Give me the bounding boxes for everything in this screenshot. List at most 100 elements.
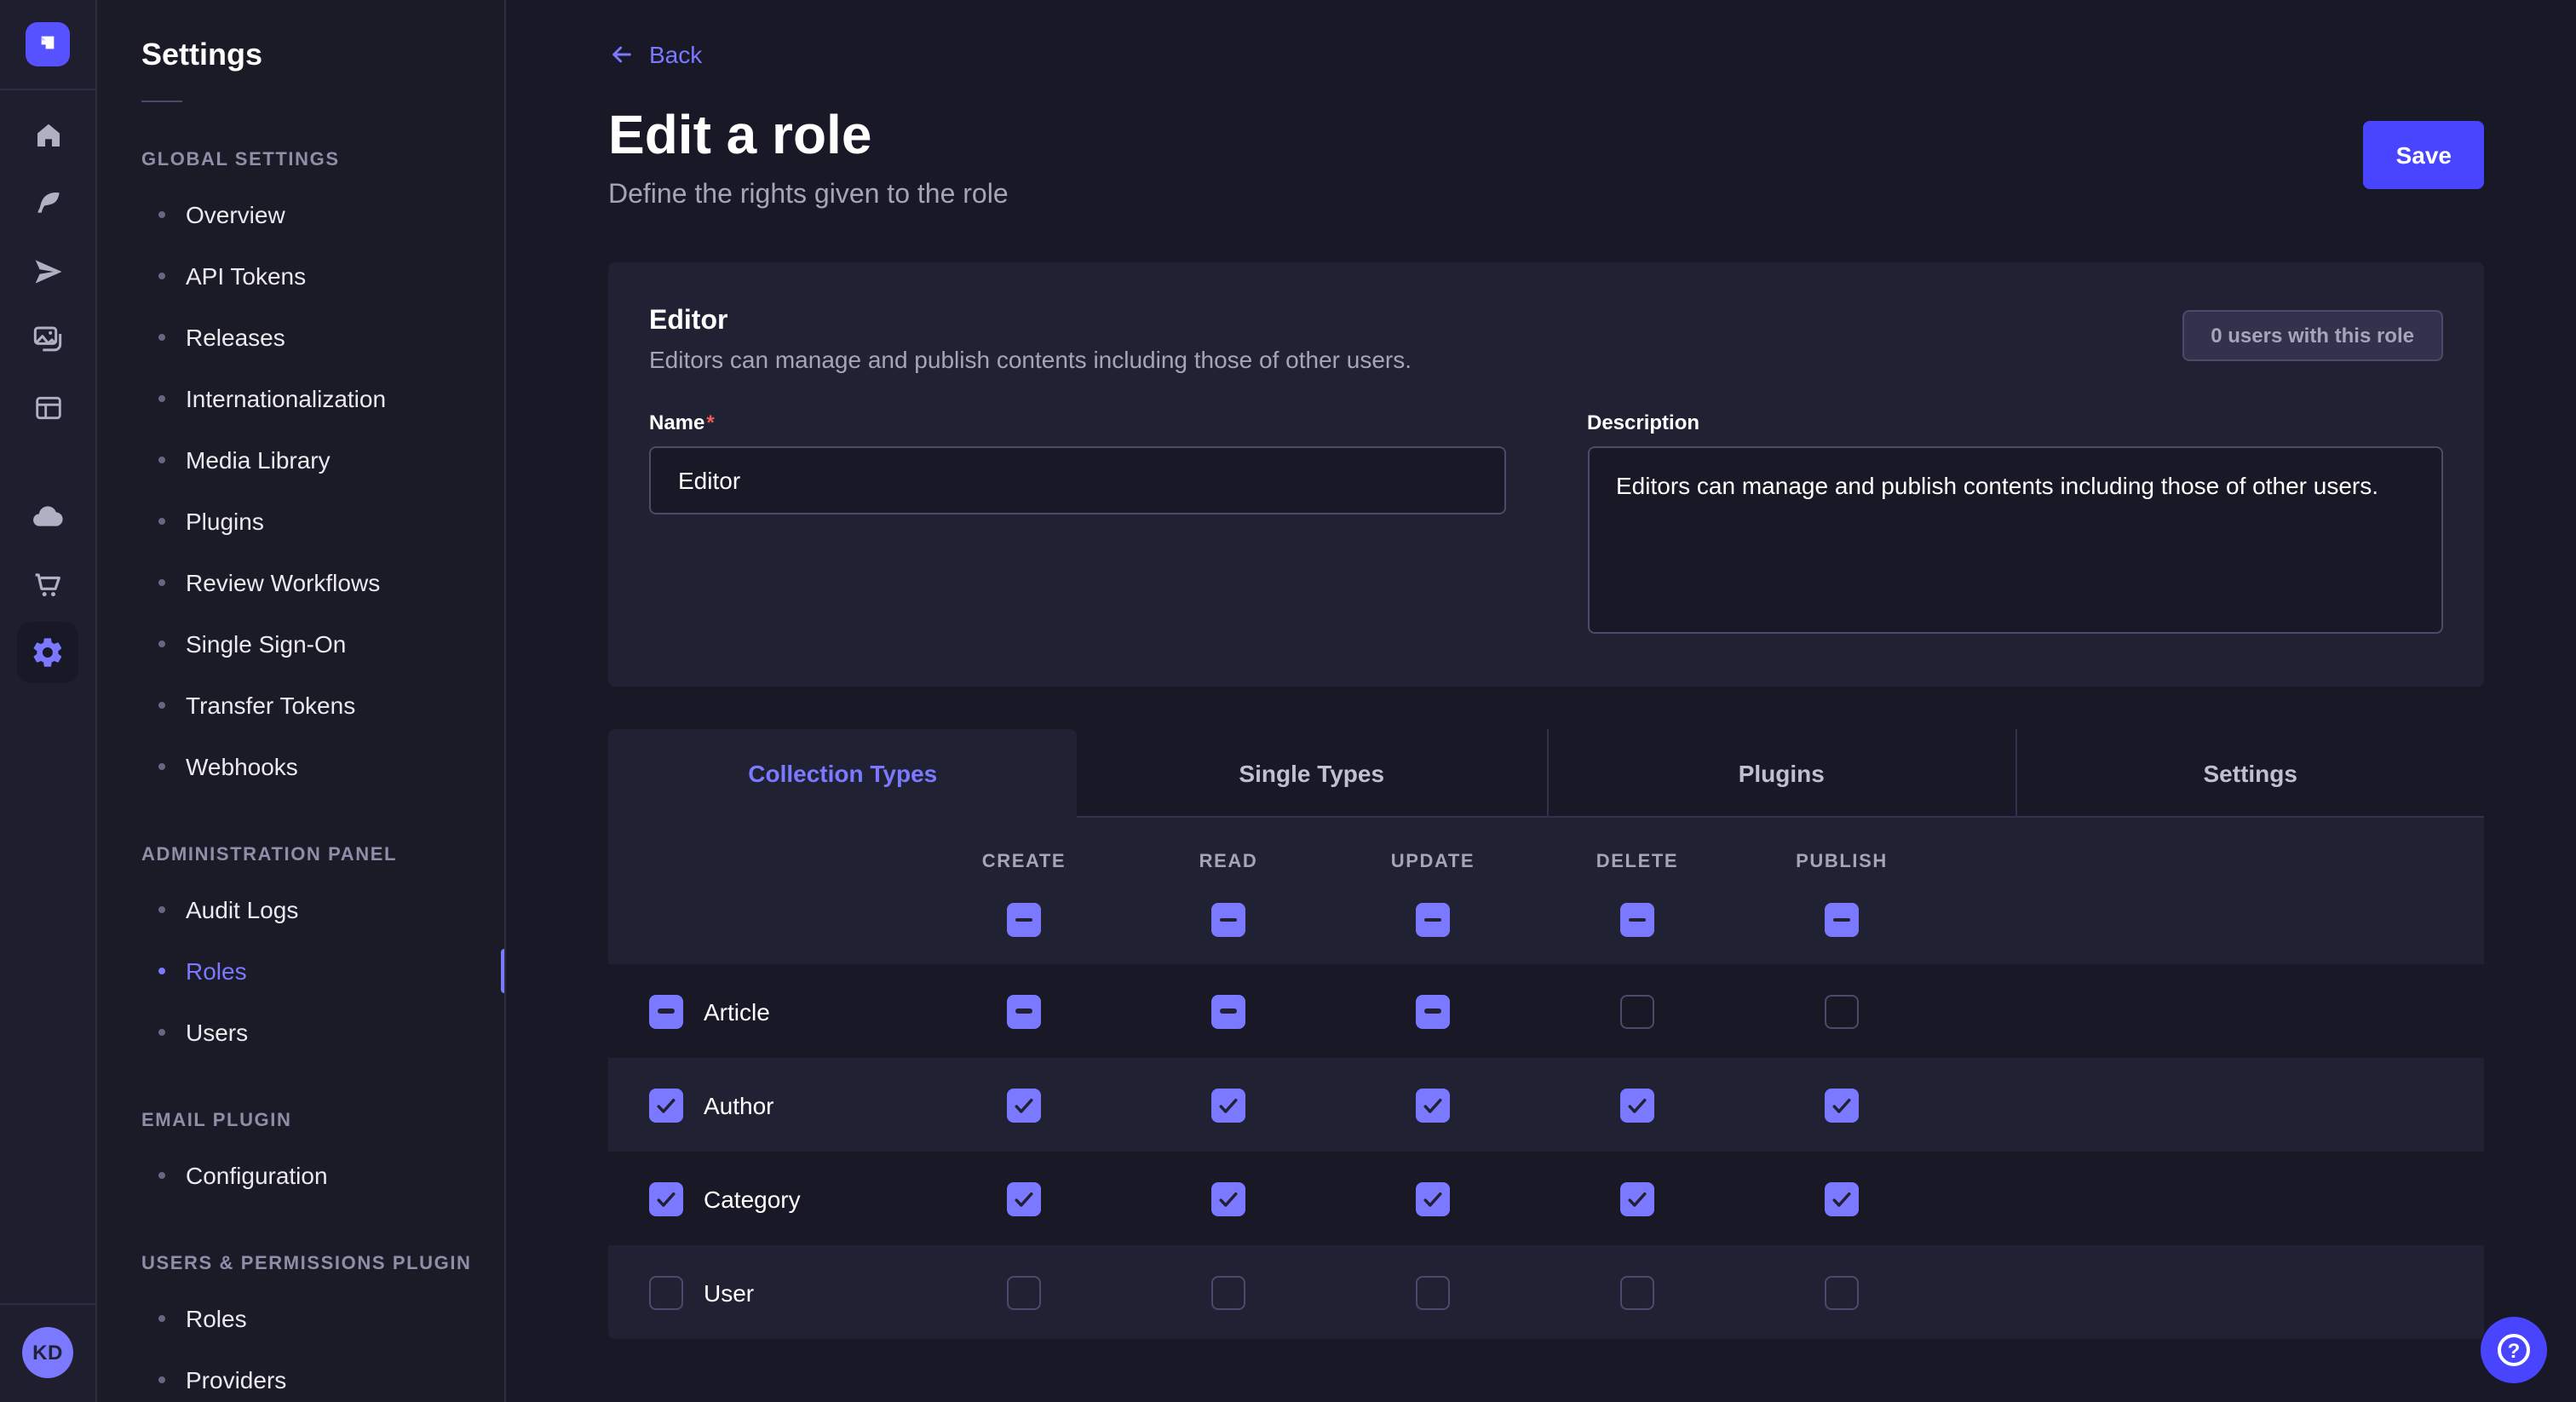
author-update-checkbox[interactable] [1416, 1088, 1450, 1122]
select-all-update-checkbox[interactable] [1416, 903, 1450, 937]
user-avatar[interactable]: KD [22, 1327, 73, 1378]
back-link[interactable]: Back [608, 41, 702, 68]
cart-icon [31, 567, 65, 601]
strapi-logo-icon [34, 28, 61, 60]
user-publish-checkbox[interactable] [1825, 1275, 1859, 1309]
images-icon [31, 322, 65, 356]
sidebar-item-overview[interactable]: Overview [97, 184, 504, 245]
nav-home-button[interactable] [17, 104, 78, 165]
sidebar-item-internationalization[interactable]: Internationalization [97, 368, 504, 429]
tab-single-types[interactable]: Single Types [1078, 729, 1547, 818]
subnav-section-label: GLOBAL SETTINGS [141, 150, 504, 170]
nav-layout-button[interactable] [17, 376, 78, 438]
nav-send-button[interactable] [17, 240, 78, 302]
sidebar-item-plugins[interactable]: Plugins [97, 491, 504, 552]
sidebar-item-label: Transfer Tokens [186, 692, 355, 719]
user-read-checkbox[interactable] [1211, 1275, 1245, 1309]
role-name-input[interactable] [649, 446, 1505, 514]
author-publish-checkbox[interactable] [1825, 1088, 1859, 1122]
article-row-checkbox[interactable] [649, 994, 683, 1028]
user-delete-checkbox[interactable] [1620, 1275, 1654, 1309]
tab-settings[interactable]: Settings [2015, 729, 2485, 818]
sidebar-item-releases[interactable]: Releases [97, 307, 504, 368]
save-button[interactable]: Save [2364, 121, 2484, 189]
indeterminate-dash-icon [658, 1008, 675, 1013]
bullet-icon [158, 968, 165, 974]
rail-nav [0, 104, 95, 683]
row-label: User [704, 1278, 754, 1306]
tab-collection-types[interactable]: Collection Types [608, 729, 1078, 818]
article-update-checkbox[interactable] [1416, 994, 1450, 1028]
sidebar-item-label: API Tokens [186, 262, 306, 290]
category-row-checkbox[interactable] [649, 1181, 683, 1215]
user-create-checkbox[interactable] [1007, 1275, 1041, 1309]
author-create-checkbox[interactable] [1007, 1088, 1041, 1122]
select-all-read-checkbox[interactable] [1211, 903, 1245, 937]
category-delete-checkbox[interactable] [1620, 1181, 1654, 1215]
column-header-delete: DELETE [1535, 852, 1739, 872]
tab-plugins[interactable]: Plugins [1546, 729, 2015, 818]
bullet-icon [158, 763, 165, 770]
sidebar-item-webhooks[interactable]: Webhooks [97, 736, 504, 797]
name-field-label: Name* [649, 411, 1505, 434]
sidebar-item-api-tokens[interactable]: API Tokens [97, 245, 504, 307]
article-delete-checkbox[interactable] [1620, 994, 1654, 1028]
sidebar-item-review-workflows[interactable]: Review Workflows [97, 552, 504, 613]
select-all-create-checkbox[interactable] [1007, 903, 1041, 937]
sidebar-item-users[interactable]: Users [97, 1002, 504, 1063]
strapi-logo-button[interactable] [26, 22, 70, 66]
sidebar-item-roles[interactable]: Roles [97, 940, 504, 1002]
article-read-checkbox[interactable] [1211, 994, 1245, 1028]
category-publish-checkbox[interactable] [1825, 1181, 1859, 1215]
subnav-sections: GLOBAL SETTINGS Overview API Tokens Release… [97, 150, 504, 1402]
page-subtitle: Define the rights given to the role [608, 181, 1009, 211]
role-description-textarea[interactable]: Editors can manage and publish contents … [1587, 446, 2443, 634]
nav-feather-button[interactable] [17, 172, 78, 233]
nav-images-button[interactable] [17, 308, 78, 370]
author-read-checkbox[interactable] [1211, 1088, 1245, 1122]
app-root: KD Settings GLOBAL SETTINGS Overview API T… [0, 0, 2576, 1402]
active-item-indicator [501, 949, 506, 993]
subnav-list: Configuration [97, 1145, 504, 1206]
select-all-delete-checkbox[interactable] [1620, 903, 1654, 937]
row-label: Author [704, 1091, 774, 1118]
author-row-checkbox[interactable] [649, 1088, 683, 1122]
bullet-icon [158, 1172, 165, 1179]
sidebar-item-label: Overview [186, 201, 285, 228]
user-update-checkbox[interactable] [1416, 1275, 1450, 1309]
sidebar-item-single-sign-on[interactable]: Single Sign-On [97, 613, 504, 675]
sidebar-item-providers[interactable]: Providers [97, 1349, 504, 1402]
back-arrow-icon [608, 41, 635, 68]
article-create-checkbox[interactable] [1007, 994, 1041, 1028]
category-read-checkbox[interactable] [1211, 1181, 1245, 1215]
permissions-tabs: Collection TypesSingle TypesPluginsSetti… [608, 729, 2484, 818]
home-icon [32, 118, 64, 151]
author-delete-checkbox[interactable] [1620, 1088, 1654, 1122]
column-header-publish: PUBLISH [1739, 852, 1944, 872]
sidebar-item-configuration[interactable]: Configuration [97, 1145, 504, 1206]
sidebar-item-label: Providers [186, 1366, 286, 1393]
nav-cart-button[interactable] [17, 554, 78, 615]
sidebar-item-transfer-tokens[interactable]: Transfer Tokens [97, 675, 504, 736]
indeterminate-dash-icon [1424, 917, 1441, 922]
description-field-group: Description Editors can manage and publi… [1587, 411, 2443, 642]
sidebar-item-label: Roles [186, 1305, 247, 1332]
select-all-publish-checkbox[interactable] [1825, 903, 1859, 937]
sidebar-item-audit-logs[interactable]: Audit Logs [97, 879, 504, 940]
rail-logo-area [0, 0, 95, 90]
category-create-checkbox[interactable] [1007, 1181, 1041, 1215]
category-update-checkbox[interactable] [1416, 1181, 1450, 1215]
name-label-text: Name [649, 411, 704, 434]
indeterminate-dash-icon [1424, 1008, 1441, 1013]
help-button[interactable]: ? [2481, 1317, 2547, 1383]
subnav-list: Audit LogsRolesUsers [97, 879, 504, 1063]
sidebar-item-roles[interactable]: Roles [97, 1288, 504, 1349]
user-row-checkbox[interactable] [649, 1275, 683, 1309]
nav-gear-button[interactable] [17, 622, 78, 683]
bullet-icon [158, 906, 165, 913]
nav-cloud-button[interactable] [17, 486, 78, 547]
indeterminate-dash-icon [1833, 917, 1850, 922]
article-publish-checkbox[interactable] [1825, 994, 1859, 1028]
sidebar-item-media-library[interactable]: Media Library [97, 429, 504, 491]
role-heading-description: Editors can manage and publish contents … [649, 346, 1412, 373]
